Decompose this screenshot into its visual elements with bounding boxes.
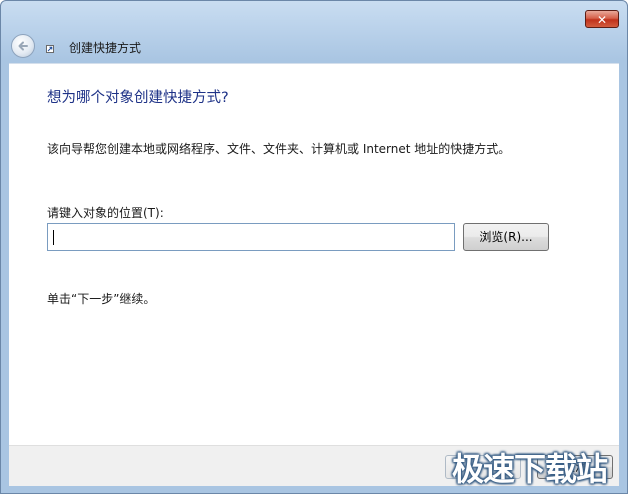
back-arrow-icon xyxy=(18,41,28,51)
text-caret xyxy=(53,230,54,245)
shortcut-icon xyxy=(46,45,54,53)
wizard-window: ✕ 创建快捷方式 想为哪个对象创建快捷方式? 该向导帮您创建本地或网络程序、文件… xyxy=(0,0,628,494)
wizard-content: 想为哪个对象创建快捷方式? 该向导帮您创建本地或网络程序、文件、文件夹、计算机或… xyxy=(9,63,619,446)
description-text: 该向导帮您创建本地或网络程序、文件、文件夹、计算机或 Internet 地址的快… xyxy=(47,142,511,156)
back-button[interactable] xyxy=(11,34,35,58)
browse-button[interactable]: 浏览(R)... xyxy=(463,223,549,251)
location-input[interactable] xyxy=(47,223,455,251)
wizard-title: 创建快捷方式 xyxy=(69,41,142,55)
page-heading: 想为哪个对象创建快捷方式? xyxy=(47,90,229,106)
wizard-nav-bar: 创建快捷方式 xyxy=(1,31,627,61)
title-bar: ✕ xyxy=(1,1,627,33)
location-label: 请键入对象的位置(T): xyxy=(47,206,164,220)
continue-hint: 单击“下一步”继续。 xyxy=(47,292,156,306)
close-button[interactable]: ✕ xyxy=(585,10,619,28)
site-watermark: 极速下载站 xyxy=(452,450,608,488)
